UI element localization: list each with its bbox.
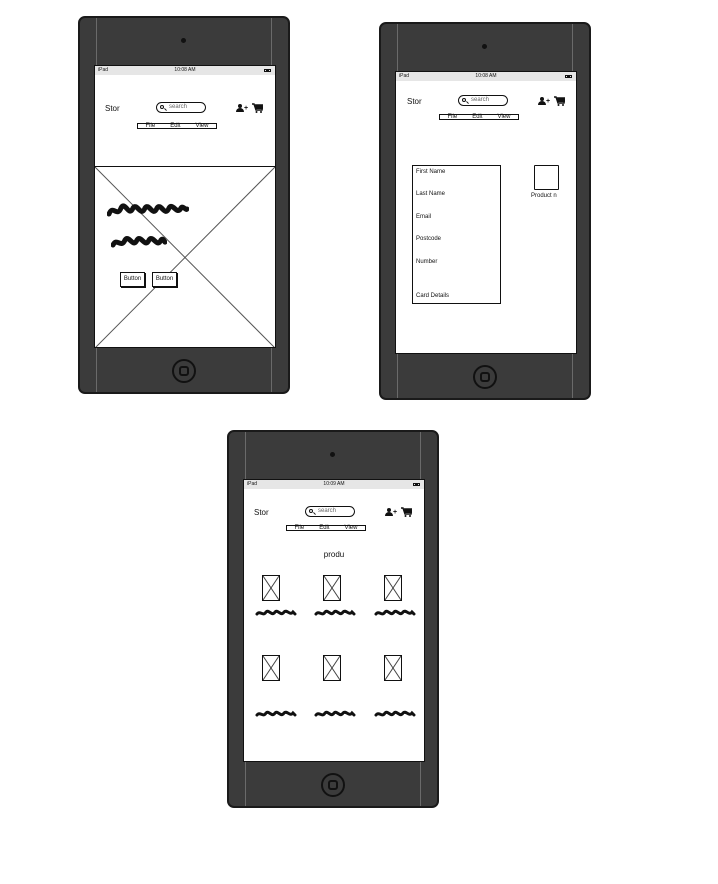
product-title-scribble	[374, 710, 416, 717]
cart-icon[interactable]	[401, 507, 412, 517]
product-title-scribble	[374, 609, 416, 616]
primary-button[interactable]: Button	[120, 272, 145, 287]
product-image[interactable]	[384, 655, 402, 681]
device-frame-products: iPad 10:09 AM Stor search + File Edit Vi…	[227, 430, 439, 808]
product-title-scribble	[314, 609, 356, 616]
add-user-icon[interactable]: +	[385, 508, 397, 517]
search-input[interactable]: search	[156, 102, 206, 113]
status-bar: iPad 10:08 AM	[95, 66, 275, 75]
home-button[interactable]	[172, 359, 196, 383]
postcode-field[interactable]: Postcode	[416, 236, 441, 242]
product-name-label: Product n	[531, 193, 557, 199]
status-time: 10:08 AM	[475, 73, 497, 79]
menu-bar: File Edit View	[286, 525, 366, 531]
number-field[interactable]: Number	[416, 259, 437, 265]
menu-edit[interactable]: Edit	[472, 114, 482, 120]
product-title-scribble	[255, 710, 297, 717]
hero-image-placeholder	[95, 166, 275, 347]
search-placeholder: search	[471, 97, 490, 103]
placeholder-cross	[385, 656, 401, 680]
brand-label: Stor	[105, 104, 120, 113]
product-image[interactable]	[323, 575, 341, 601]
menu-file[interactable]: File	[448, 114, 458, 120]
product-thumbnail[interactable]	[534, 165, 559, 190]
battery-icon	[264, 69, 271, 72]
product-image[interactable]	[262, 655, 280, 681]
last-name-field[interactable]: Last Name	[416, 191, 445, 197]
status-time: 10:08 AM	[174, 67, 196, 73]
menu-view[interactable]: View	[498, 114, 511, 120]
secondary-button[interactable]: Button	[152, 272, 177, 287]
battery-icon	[413, 483, 420, 486]
menu-view[interactable]: View	[345, 525, 358, 531]
status-time: 10:09 AM	[323, 481, 345, 487]
menu-bar: File Edit View	[137, 123, 217, 129]
search-input[interactable]: search	[305, 506, 355, 517]
cart-icon[interactable]	[252, 103, 263, 113]
screen-checkout: iPad 10:08 AM Stor search + File Edit Vi…	[395, 71, 577, 354]
status-bar: iPad 10:08 AM	[396, 72, 576, 81]
menu-bar: File Edit View	[439, 114, 519, 120]
menu-view[interactable]: View	[196, 123, 209, 129]
add-user-icon[interactable]: +	[538, 97, 550, 106]
subline-scribble	[111, 236, 167, 248]
search-icon	[309, 509, 313, 513]
menu-file[interactable]: File	[295, 525, 305, 531]
product-image[interactable]	[262, 575, 280, 601]
screen-products: iPad 10:09 AM Stor search + File Edit Vi…	[243, 479, 425, 762]
checkout-form: First Name Last Name Email Postcode Numb…	[412, 165, 501, 304]
placeholder-cross	[263, 656, 279, 680]
search-icon	[462, 98, 466, 102]
search-icon	[160, 105, 164, 109]
search-input[interactable]: search	[458, 95, 508, 106]
search-placeholder: search	[318, 508, 337, 514]
placeholder-cross	[95, 167, 275, 347]
home-button[interactable]	[321, 773, 345, 797]
screen-landing: iPad 10:08 AM Stor search + File Edit Vi…	[94, 65, 276, 348]
cart-icon[interactable]	[554, 96, 565, 106]
camera-dot	[330, 452, 335, 457]
status-bar: iPad 10:09 AM	[244, 480, 424, 489]
card-details-field[interactable]: Card Details	[416, 293, 449, 299]
brand-label: Stor	[254, 508, 269, 517]
placeholder-cross	[324, 576, 340, 600]
menu-file[interactable]: File	[146, 123, 156, 129]
add-user-icon[interactable]: +	[236, 104, 248, 113]
placeholder-cross	[324, 656, 340, 680]
camera-dot	[482, 44, 487, 49]
placeholder-cross	[263, 576, 279, 600]
product-title-scribble	[314, 710, 356, 717]
product-image[interactable]	[384, 575, 402, 601]
menu-edit[interactable]: Edit	[319, 525, 329, 531]
placeholder-cross	[385, 576, 401, 600]
email-field[interactable]: Email	[416, 214, 431, 220]
device-frame-checkout: iPad 10:08 AM Stor search + File Edit Vi…	[379, 22, 591, 400]
battery-icon	[565, 75, 572, 78]
menu-edit[interactable]: Edit	[170, 123, 180, 129]
home-button[interactable]	[473, 365, 497, 389]
device-frame-landing: iPad 10:08 AM Stor search + File Edit Vi…	[78, 16, 290, 394]
headline-scribble	[107, 203, 189, 217]
product-title-scribble	[255, 609, 297, 616]
camera-dot	[181, 38, 186, 43]
product-image[interactable]	[323, 655, 341, 681]
products-heading: produ	[323, 550, 345, 559]
first-name-field[interactable]: First Name	[416, 169, 445, 175]
brand-label: Stor	[407, 97, 422, 106]
search-placeholder: search	[169, 104, 188, 110]
